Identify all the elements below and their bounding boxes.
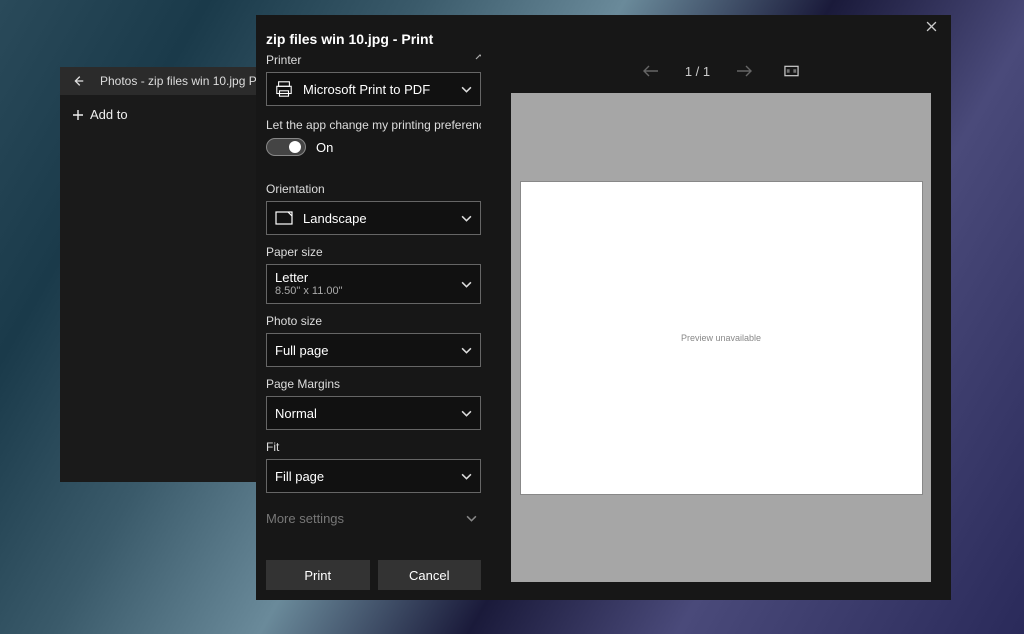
paper-combo[interactable]: Letter 8.50" x 11.00"	[266, 264, 481, 304]
fit-label: Fit	[266, 440, 481, 454]
preview-nav: 1 / 1	[511, 49, 931, 93]
cancel-button[interactable]: Cancel	[378, 560, 482, 590]
pref-text: Let the app change my printing preferenc…	[266, 118, 481, 132]
scroll-up-icon[interactable]	[475, 53, 481, 61]
chevron-down-icon	[461, 281, 472, 288]
printer-value: Microsoft Print to PDF	[303, 82, 430, 97]
add-to-label: Add to	[90, 107, 128, 122]
orientation-label: Orientation	[266, 182, 481, 196]
printer-combo[interactable]: Microsoft Print to PDF	[266, 72, 481, 106]
print-dialog: zip files win 10.jpg - Print Printer Mic…	[256, 15, 951, 600]
page-indicator: 1 / 1	[685, 64, 710, 79]
paper-label: Paper size	[266, 245, 481, 259]
orientation-combo[interactable]: Landscape	[266, 201, 481, 235]
arrow-right-icon	[736, 65, 752, 77]
chevron-down-icon	[461, 215, 472, 222]
toggle-state: On	[316, 140, 333, 155]
paper-value: Letter	[275, 270, 343, 285]
arrow-left-icon	[71, 74, 85, 88]
plus-icon	[72, 109, 84, 121]
preview-area: Preview unavailable	[511, 93, 931, 582]
margins-value: Normal	[275, 406, 317, 421]
preview-unavailable-text: Preview unavailable	[681, 333, 761, 343]
chevron-down-icon	[461, 347, 472, 354]
fit-value: Fill page	[275, 469, 324, 484]
pref-toggle[interactable]	[266, 138, 306, 156]
paper-sub: 8.50" x 11.00"	[275, 285, 343, 297]
margins-label: Page Margins	[266, 377, 481, 391]
back-button[interactable]	[60, 67, 96, 95]
close-icon	[926, 21, 937, 32]
toggle-knob	[289, 141, 301, 153]
photosize-label: Photo size	[266, 314, 481, 328]
next-page-button[interactable]	[736, 65, 752, 77]
fit-combo[interactable]: Fill page	[266, 459, 481, 493]
chevron-down-icon	[461, 86, 472, 93]
preview-page: Preview unavailable	[520, 181, 923, 495]
chevron-down-icon	[461, 473, 472, 480]
preview-panel: 1 / 1 Preview unavailable	[491, 49, 951, 600]
photosize-combo[interactable]: Full page	[266, 333, 481, 367]
print-button[interactable]: Print	[266, 560, 370, 590]
chevron-down-icon	[466, 515, 477, 522]
arrow-left-icon	[643, 65, 659, 77]
fullscreen-icon	[784, 65, 799, 77]
photosize-value: Full page	[275, 343, 328, 358]
more-settings[interactable]: More settings	[266, 511, 481, 526]
printer-label: Printer	[266, 53, 481, 67]
chevron-down-icon	[461, 410, 472, 417]
more-settings-label: More settings	[266, 511, 344, 526]
dialog-title: zip files win 10.jpg - Print	[256, 31, 951, 49]
landscape-icon	[275, 211, 293, 225]
orientation-value: Landscape	[303, 211, 367, 226]
margins-combo[interactable]: Normal	[266, 396, 481, 430]
printer-icon	[275, 80, 293, 98]
settings-panel: Printer Microsoft Print to PDF Let the a…	[256, 49, 491, 600]
prev-page-button[interactable]	[643, 65, 659, 77]
add-to-button[interactable]: Add to	[64, 101, 136, 128]
fullscreen-button[interactable]	[784, 65, 799, 77]
